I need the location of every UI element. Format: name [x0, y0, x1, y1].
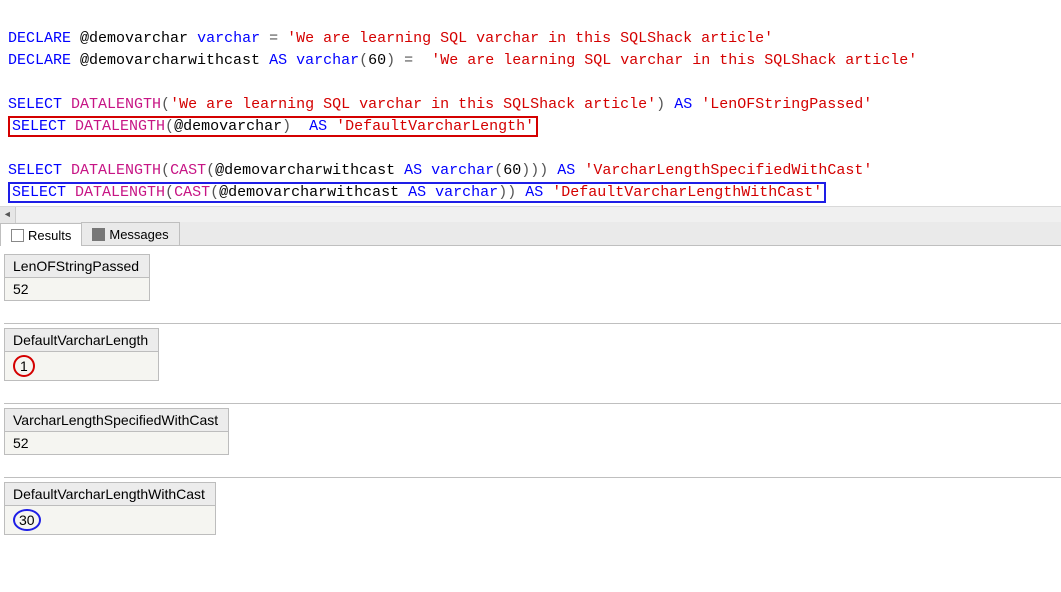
alias-lenofstringpassed: 'LenOFStringPassed'	[701, 96, 872, 113]
sql-editor[interactable]: DECLARE @demovarchar varchar = 'We are l…	[0, 0, 1061, 206]
code-line: SELECT DATALENGTH('We are learning SQL v…	[8, 96, 872, 113]
horizontal-scrollbar[interactable]: ◄	[0, 206, 1061, 222]
alias-varcharlengthspecified: 'VarcharLengthSpecifiedWithCast'	[584, 162, 872, 179]
results-grid-icon	[11, 229, 24, 242]
blue-circle-highlight: 30	[13, 509, 41, 531]
result-separator	[4, 403, 1061, 404]
results-tab-bar: Results Messages	[0, 222, 1061, 246]
keyword-declare: DECLARE	[8, 30, 71, 47]
tab-results[interactable]: Results	[0, 223, 82, 246]
variable-demovarchar: @demovarchar	[80, 30, 188, 47]
alias-defaultvarcharlength: 'DefaultVarcharLength'	[336, 118, 534, 135]
result-grid-2: DefaultVarcharLength 1	[4, 328, 1061, 381]
column-header[interactable]: VarcharLengthSpecifiedWithCast	[5, 409, 229, 432]
column-header[interactable]: LenOFStringPassed	[5, 255, 150, 278]
result-separator	[4, 323, 1061, 324]
type-varchar: varchar	[197, 30, 260, 47]
tab-messages-label: Messages	[109, 227, 168, 242]
highlight-blue-box: SELECT DATALENGTH(CAST(@demovarcharwithc…	[8, 182, 826, 203]
result-table[interactable]: DefaultVarcharLength 1	[4, 328, 159, 381]
column-header[interactable]: DefaultVarcharLength	[5, 329, 159, 352]
messages-icon	[92, 228, 105, 241]
alias-defaultvarcharlengthwithcast: 'DefaultVarcharLengthWithCast'	[552, 184, 822, 201]
result-cell[interactable]: 52	[5, 432, 229, 455]
result-table[interactable]: LenOFStringPassed 52	[4, 254, 150, 301]
code-line: SELECT DATALENGTH(CAST(@demovarcharwithc…	[8, 162, 872, 179]
function-datalength: DATALENGTH	[71, 96, 161, 113]
results-pane: LenOFStringPassed 52 DefaultVarcharLengt…	[0, 246, 1061, 567]
tab-messages[interactable]: Messages	[81, 222, 179, 245]
code-line: DECLARE @demovarchar varchar = 'We are l…	[8, 30, 773, 47]
result-table[interactable]: DefaultVarcharLengthWithCast 30	[4, 482, 216, 535]
result-table[interactable]: VarcharLengthSpecifiedWithCast 52	[4, 408, 229, 455]
result-grid-1: LenOFStringPassed 52	[4, 254, 1061, 301]
tab-results-label: Results	[28, 228, 71, 243]
scroll-left-arrow-icon[interactable]: ◄	[0, 207, 16, 223]
result-grid-3: VarcharLengthSpecifiedWithCast 52	[4, 408, 1061, 455]
highlight-red-box: SELECT DATALENGTH(@demovarchar) AS 'Defa…	[8, 116, 538, 137]
string-literal: 'We are learning SQL varchar in this SQL…	[287, 30, 773, 47]
result-separator	[4, 477, 1061, 478]
result-cell[interactable]: 1	[5, 352, 159, 381]
result-cell[interactable]: 30	[5, 506, 216, 535]
column-header[interactable]: DefaultVarcharLengthWithCast	[5, 483, 216, 506]
code-line: DECLARE @demovarcharwithcast AS varchar(…	[8, 52, 917, 69]
result-grid-4: DefaultVarcharLengthWithCast 30	[4, 482, 1061, 535]
function-cast: CAST	[170, 162, 206, 179]
result-cell[interactable]: 52	[5, 278, 150, 301]
variable-demovarcharwithcast: @demovarcharwithcast	[80, 52, 260, 69]
red-circle-highlight: 1	[13, 355, 35, 377]
